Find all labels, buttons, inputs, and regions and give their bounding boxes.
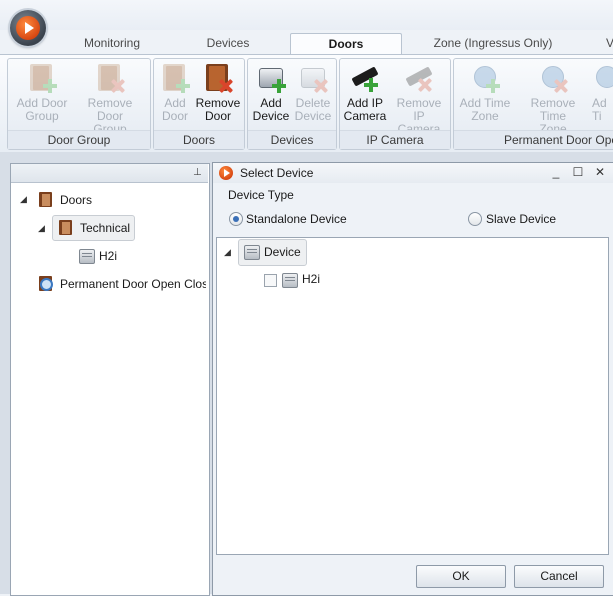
standalone-device-label[interactable]: Standalone Device: [246, 212, 347, 226]
slave-device-label[interactable]: Slave Device: [486, 212, 556, 226]
play-icon: [16, 16, 40, 40]
add-ip-camera-button[interactable]: Add IP Camera: [342, 61, 388, 129]
expand-arrow-icon[interactable]: ◢: [38, 223, 45, 234]
remove-door-group-icon: [95, 64, 125, 94]
tab-monitoring[interactable]: Monitoring: [60, 33, 164, 54]
add-door-group-icon: [27, 64, 57, 94]
group-label-door-group: Door Group: [8, 130, 150, 149]
ribbon-group-devices: Add Device Delete Device Devices: [247, 58, 337, 150]
device-icon: [282, 273, 298, 288]
group-label-ip-camera: IP Camera: [340, 130, 450, 149]
add-door-group-button[interactable]: Add Door Group: [10, 61, 74, 129]
close-button[interactable]: ✕: [592, 164, 608, 180]
add-device-icon: [256, 64, 286, 94]
tab-doors[interactable]: Doors: [290, 33, 402, 55]
ribbon-group-doors: Add Door Remove Door Doors: [153, 58, 245, 150]
tree-node-h2i-device[interactable]: H2i: [302, 268, 320, 290]
ribbon-group-door-group: Add Door Group Remove Door Group Door Gr…: [7, 58, 151, 150]
maximize-button[interactable]: ☐: [570, 164, 586, 180]
group-label-permanent-door-open: Permanent Door Ope: [454, 130, 613, 149]
group-label-doors: Doors: [154, 130, 244, 149]
add-time-zone-button[interactable]: Add Time Zone: [456, 61, 514, 129]
device-type-label: Device Type: [228, 188, 294, 202]
add-partial-button[interactable]: Ad Ti: [592, 61, 613, 129]
delete-device-button[interactable]: Delete Device: [292, 61, 334, 129]
play-icon: [219, 166, 233, 180]
tree-node-permanent-door-open[interactable]: Permanent Door Open Clos: [60, 273, 206, 295]
tree-node-doors[interactable]: Doors: [60, 189, 92, 211]
search-door-icon: [38, 276, 54, 291]
expand-arrow-icon[interactable]: ◢: [20, 194, 27, 205]
device-icon: [79, 249, 95, 264]
remove-ip-camera-button[interactable]: Remove IP Camera: [390, 61, 448, 136]
add-icon: [592, 64, 613, 94]
door-icon: [58, 220, 74, 235]
add-door-icon: [160, 64, 190, 94]
add-time-zone-icon: [470, 64, 500, 94]
h2i-checkbox[interactable]: [264, 274, 277, 287]
tab-devices[interactable]: Devices: [176, 33, 280, 54]
group-label-devices: Devices: [248, 130, 336, 149]
tree-node-device-label[interactable]: Device: [264, 241, 301, 263]
add-device-button[interactable]: Add Device: [250, 61, 292, 129]
device-icon: [244, 245, 260, 260]
remove-time-zone-button[interactable]: Remove Time Zone: [516, 61, 590, 136]
remove-door-button[interactable]: Remove Door: [194, 61, 242, 129]
add-ip-camera-icon: [350, 64, 380, 94]
tab-partial[interactable]: V: [600, 33, 613, 54]
pin-icon[interactable]: ⊥: [193, 167, 202, 178]
remove-time-zone-icon: [538, 64, 568, 94]
ok-button[interactable]: OK: [416, 565, 506, 588]
standalone-device-radio[interactable]: [229, 212, 243, 226]
delete-device-icon: [298, 64, 328, 94]
tab-zone-ingressus[interactable]: Zone (Ingressus Only): [410, 33, 576, 54]
ribbon-group-permanent-door-open: Add Time Zone Remove Time Zone Ad Ti Per…: [453, 58, 613, 150]
cancel-button[interactable]: Cancel: [514, 565, 604, 588]
application-menu-button[interactable]: [10, 10, 46, 46]
door-tree-header: [11, 164, 208, 183]
door-group-icon: [38, 192, 54, 207]
remove-door-group-button[interactable]: Remove Door Group: [74, 61, 146, 136]
minimize-button[interactable]: _: [548, 164, 564, 180]
remove-door-icon: [203, 64, 233, 94]
dialog-title: Select Device: [240, 166, 314, 180]
slave-device-radio[interactable]: [468, 212, 482, 226]
add-door-button[interactable]: Add Door: [156, 61, 194, 129]
title-bar: [0, 0, 613, 30]
tree-node-h2i[interactable]: H2i: [99, 245, 117, 267]
ribbon-group-ip-camera: Add IP Camera Remove IP Camera IP Camera: [339, 58, 451, 150]
expand-arrow-icon[interactable]: ◢: [224, 247, 231, 258]
remove-ip-camera-icon: [404, 64, 434, 94]
tree-node-technical[interactable]: Technical: [80, 217, 130, 239]
